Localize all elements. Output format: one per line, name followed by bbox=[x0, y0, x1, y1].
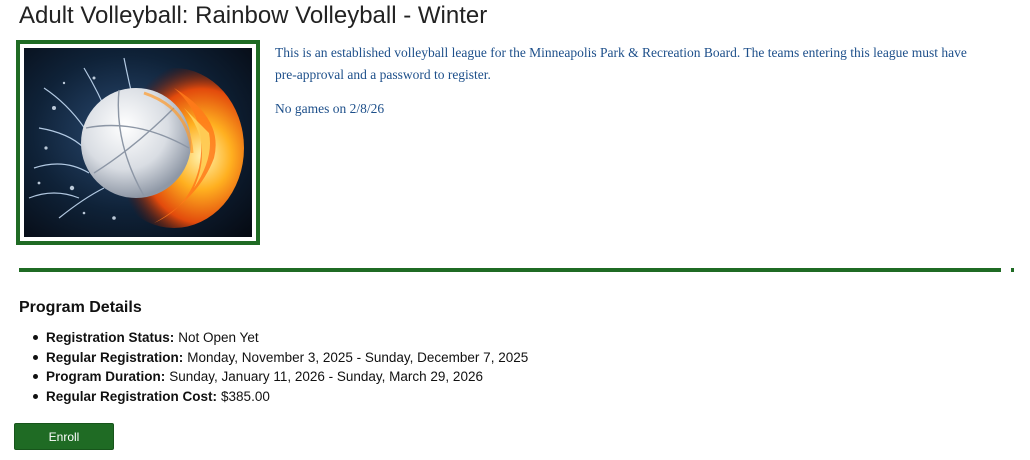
detail-value: Sunday, January 11, 2026 - Sunday, March… bbox=[169, 369, 483, 385]
detail-registration-cost: Regular Registration Cost: $385.00 bbox=[19, 387, 528, 407]
detail-value: Not Open Yet bbox=[178, 330, 259, 345]
bullet-icon bbox=[33, 394, 38, 400]
bullet-icon bbox=[33, 374, 38, 380]
program-details-list: Registration Status: Not Open Yet Regula… bbox=[19, 328, 528, 406]
program-details-heading: Program Details bbox=[19, 299, 142, 316]
section-divider bbox=[19, 268, 1001, 272]
detail-value: Monday, November 3, 2025 - Sunday, Decem… bbox=[187, 349, 529, 365]
bullet-icon bbox=[33, 354, 38, 360]
divider-end-mark bbox=[1011, 268, 1014, 272]
detail-value: $385.00 bbox=[221, 388, 270, 404]
page-title: Adult Volleyball: Rainbow Volleyball - W… bbox=[19, 2, 488, 29]
detail-program-duration: Program Duration: Sunday, January 11, 20… bbox=[19, 367, 528, 387]
bullet-icon bbox=[33, 335, 38, 341]
detail-regular-registration: Regular Registration: Monday, November 3… bbox=[19, 348, 528, 368]
schedule-note: No games on 2/8/26 bbox=[275, 101, 385, 116]
description-paragraph: This is an established volleyball league… bbox=[275, 45, 967, 82]
detail-label: Regular Registration: bbox=[46, 349, 184, 365]
detail-registration-status: Registration Status: Not Open Yet bbox=[19, 328, 528, 348]
program-image-frame bbox=[16, 40, 260, 245]
detail-label: Regular Registration Cost: bbox=[46, 388, 218, 404]
program-image bbox=[20, 44, 256, 241]
detail-label: Registration Status: bbox=[46, 330, 175, 345]
volleyball-fire-water-image bbox=[24, 48, 252, 237]
enroll-button[interactable]: Enroll bbox=[14, 423, 114, 450]
detail-label: Program Duration: bbox=[46, 369, 166, 385]
program-description: This is an established volleyball league… bbox=[275, 42, 975, 132]
